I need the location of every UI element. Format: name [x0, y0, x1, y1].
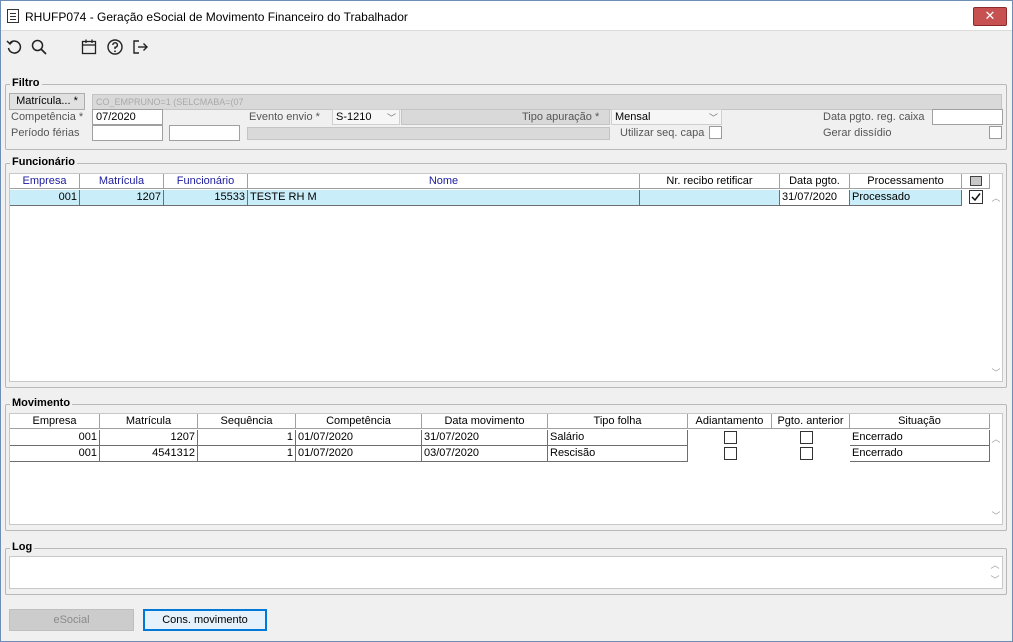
- cell-situacao[interactable]: Encerrado: [850, 446, 990, 462]
- cell-sequencia[interactable]: 1: [198, 446, 296, 462]
- cell-data-pgto[interactable]: 31/07/2020: [780, 190, 850, 206]
- cell-tipo-folha[interactable]: Salário: [548, 430, 688, 446]
- data-pgto-caixa-field[interactable]: [932, 109, 1003, 125]
- funcionario-grid: Empresa Matrícula Funcionário Nome Nr. r…: [9, 173, 1003, 382]
- calendar-icon[interactable]: [80, 38, 98, 56]
- cons-movimento-button[interactable]: Cons. movimento: [143, 609, 267, 631]
- cell-data-movimento[interactable]: 03/07/2020: [422, 446, 548, 462]
- funcionario-label: Funcionário: [10, 156, 77, 168]
- utilizar-seq-capa-label: Utilizar seq. capa: [620, 127, 705, 139]
- cell-funcionario[interactable]: 15533: [164, 190, 248, 206]
- col-header-data-pgto[interactable]: Data pgto.: [780, 174, 850, 189]
- cell-checkbox[interactable]: [962, 190, 990, 206]
- gerar-dissidio-label: Gerar dissídio: [823, 127, 892, 139]
- esocial-button[interactable]: eSocial: [9, 609, 134, 631]
- cell-empresa[interactable]: 001: [10, 430, 100, 446]
- col-header-processamento[interactable]: Processamento: [850, 174, 962, 189]
- col-header-pgto-anterior[interactable]: Pgto. anterior: [772, 414, 850, 429]
- evento-envio-value: S-1210: [336, 111, 372, 123]
- data-pgto-caixa-label: Data pgto. reg. caixa: [823, 111, 925, 123]
- col-header-matricula[interactable]: Matrícula: [100, 414, 198, 429]
- adiantamento-checkbox[interactable]: [724, 431, 737, 444]
- filtro-label: Filtro: [10, 77, 42, 89]
- toolbar: [1, 32, 1012, 62]
- movimento-label: Movimento: [10, 397, 73, 409]
- scroll-up-icon[interactable]: ︿: [990, 192, 1002, 204]
- matricula-filter-field: CO_EMPRUNO=1 (SELCMABA=(07: [92, 94, 1002, 110]
- adiantamento-checkbox[interactable]: [724, 447, 737, 460]
- movimento-grid: Empresa Matrícula Sequência Competência …: [9, 413, 1003, 525]
- col-header-funcionario[interactable]: Funcionário: [164, 174, 248, 189]
- scroll-up-icon[interactable]: ︿: [989, 559, 1001, 571]
- cell-nome[interactable]: TESTE RH M: [248, 190, 640, 206]
- window-title: RHUFP074 - Geração eSocial de Movimento …: [25, 10, 408, 24]
- cell-data-movimento[interactable]: 31/07/2020: [422, 430, 548, 446]
- scroll-down-icon[interactable]: ﹀: [990, 367, 1002, 379]
- col-header-nr-recibo[interactable]: Nr. recibo retificar: [640, 174, 780, 189]
- utilizar-seq-capa-checkbox[interactable]: [709, 126, 722, 139]
- document-icon: [7, 9, 19, 23]
- evento-envio-select[interactable]: S-1210 ﹀: [332, 109, 400, 125]
- log-label: Log: [10, 541, 35, 553]
- col-header-empresa[interactable]: Empresa: [10, 174, 80, 189]
- col-header-tipo-folha[interactable]: Tipo folha: [548, 414, 688, 429]
- col-header-situacao[interactable]: Situação: [850, 414, 990, 429]
- undo-icon[interactable]: [5, 38, 23, 56]
- tipo-apuracao-label: Tipo apuração *: [522, 111, 600, 123]
- cell-processamento[interactable]: Processado: [850, 190, 962, 206]
- competencia-field[interactable]: 07/2020: [92, 109, 163, 125]
- matricula-button[interactable]: Matrícula... *: [9, 93, 85, 110]
- log-textarea[interactable]: [9, 556, 1003, 589]
- periodo-ferias-start-field[interactable]: [92, 125, 163, 141]
- evento-envio-label: Evento envio *: [249, 111, 320, 123]
- periodo-ferias-end-field[interactable]: [169, 125, 240, 141]
- pgto-anterior-checkbox[interactable]: [800, 431, 813, 444]
- col-header-sequencia[interactable]: Sequência: [198, 414, 296, 429]
- gerar-dissidio-checkbox[interactable]: [989, 126, 1002, 139]
- title-bar: RHUFP074 - Geração eSocial de Movimento …: [1, 1, 1012, 31]
- chevron-down-icon: ﹀: [386, 113, 396, 123]
- cell-matricula[interactable]: 4541312: [100, 446, 198, 462]
- col-header-matricula[interactable]: Matrícula: [80, 174, 164, 189]
- periodo-ferias-label: Período férias: [11, 127, 80, 139]
- scroll-down-icon[interactable]: ﹀: [989, 574, 1001, 586]
- main-window: RHUFP074 - Geração eSocial de Movimento …: [0, 0, 1013, 642]
- checked-checkbox-icon[interactable]: [969, 190, 983, 204]
- pgto-anterior-checkbox[interactable]: [800, 447, 813, 460]
- cell-competencia[interactable]: 01/07/2020: [296, 430, 422, 446]
- tipo-apuracao-value: Mensal: [615, 111, 651, 123]
- col-header-empresa[interactable]: Empresa: [10, 414, 100, 429]
- cell-nr-recibo[interactable]: [640, 190, 780, 206]
- col-header-select-all[interactable]: [962, 174, 990, 189]
- tipo-apuracao-select[interactable]: Mensal ﹀: [611, 109, 722, 125]
- cell-situacao[interactable]: Encerrado: [850, 430, 990, 446]
- scroll-up-icon[interactable]: ︿: [990, 433, 1002, 445]
- exit-icon[interactable]: [131, 38, 149, 56]
- cell-matricula[interactable]: 1207: [80, 190, 164, 206]
- col-header-nome[interactable]: Nome: [248, 174, 640, 189]
- col-header-competencia[interactable]: Competência: [296, 414, 422, 429]
- periodo-ferias-bar: [247, 127, 610, 140]
- cell-tipo-folha[interactable]: Rescisão: [548, 446, 688, 462]
- search-icon[interactable]: [30, 38, 48, 56]
- col-header-data-movimento[interactable]: Data movimento: [422, 414, 548, 429]
- cell-empresa[interactable]: 001: [10, 190, 80, 206]
- cell-competencia[interactable]: 01/07/2020: [296, 446, 422, 462]
- chevron-down-icon: ﹀: [708, 113, 718, 123]
- cell-sequencia[interactable]: 1: [198, 430, 296, 446]
- select-all-icon[interactable]: [969, 176, 982, 186]
- close-button[interactable]: ✕: [973, 7, 1007, 26]
- competencia-label: Competência *: [11, 111, 84, 123]
- help-icon[interactable]: [106, 38, 124, 56]
- cell-matricula[interactable]: 1207: [100, 430, 198, 446]
- scroll-down-icon[interactable]: ﹀: [990, 510, 1002, 522]
- cell-empresa[interactable]: 001: [10, 446, 100, 462]
- col-header-adiantamento[interactable]: Adiantamento: [688, 414, 772, 429]
